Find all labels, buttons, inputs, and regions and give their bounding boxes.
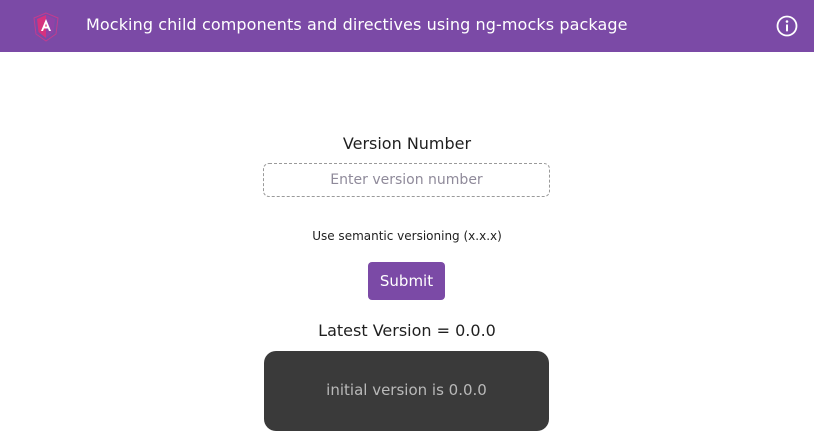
semantic-versioning-hint: Use semantic versioning (x.x.x) — [312, 229, 502, 243]
info-icon[interactable] — [774, 13, 800, 39]
child-component-box: initial version is 0.0.0 — [264, 351, 549, 431]
page-title: Mocking child components and directives … — [86, 15, 628, 34]
latest-version-text: Latest Version = 0.0.0 — [318, 321, 496, 340]
submit-button[interactable]: Submit — [368, 262, 445, 300]
version-number-label: Version Number — [342, 134, 472, 153]
child-component-text: initial version is 0.0.0 — [326, 381, 487, 399]
main-content: Version Number Use semantic versioning (… — [0, 52, 814, 431]
angular-logo-icon — [29, 10, 63, 44]
app-header: Mocking child components and directives … — [0, 0, 814, 52]
version-number-input[interactable] — [263, 163, 550, 197]
